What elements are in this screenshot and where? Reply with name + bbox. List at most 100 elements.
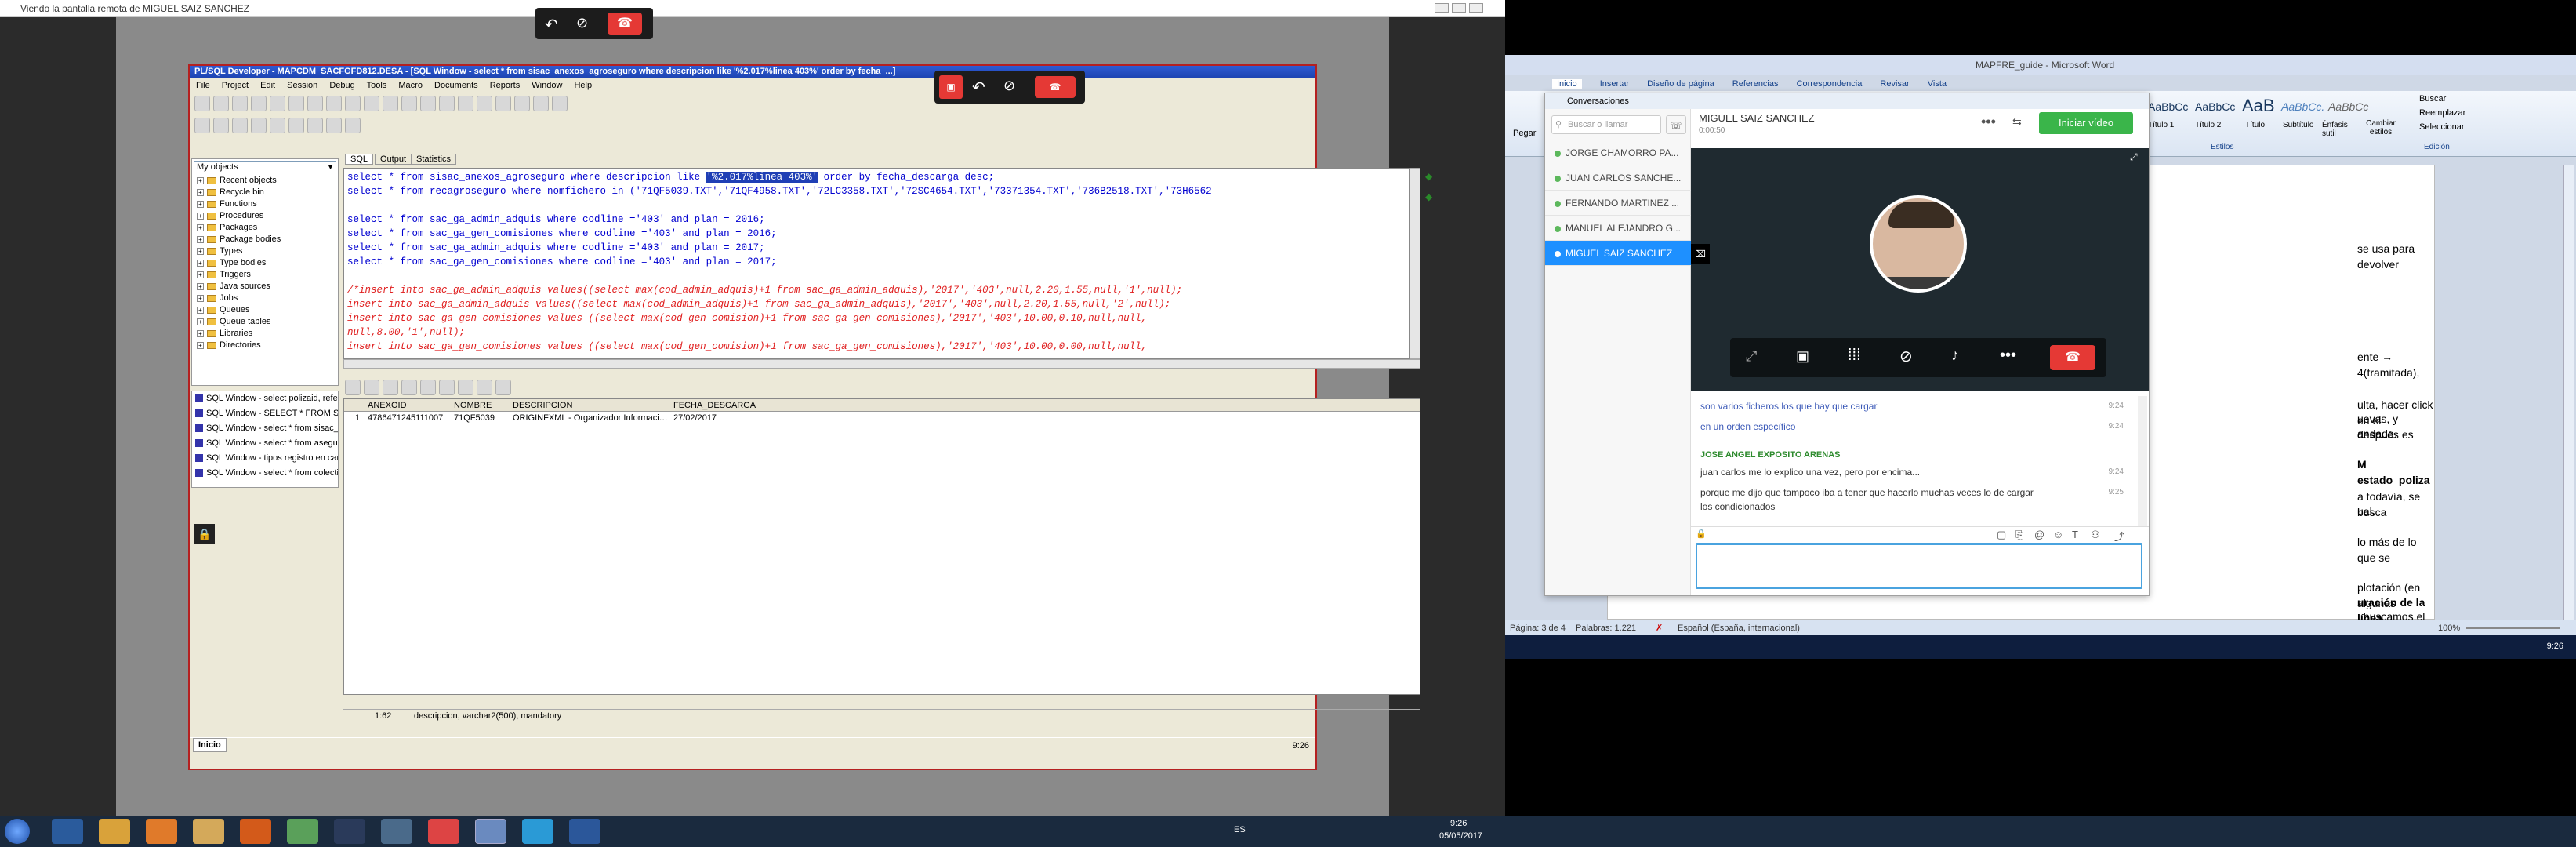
tree-item[interactable]: + Jobs	[192, 293, 338, 304]
menu-tools[interactable]: Tools	[367, 81, 387, 90]
select-button[interactable]: Seleccionar	[2419, 122, 2464, 132]
tree-item[interactable]: + Queues	[192, 304, 338, 316]
dialpad-icon[interactable]: ⁞⁞⁞	[1848, 347, 1861, 365]
video-camera-icon[interactable]: ▣	[1796, 348, 1809, 365]
paste-icon[interactable]	[345, 96, 361, 111]
menu-session[interactable]: Session	[287, 81, 317, 90]
column-header[interactable]: ANEXOID	[368, 399, 407, 412]
export-icon[interactable]	[477, 380, 492, 395]
style-swatch[interactable]: AaB	[2242, 96, 2275, 116]
post-icon[interactable]	[420, 380, 436, 395]
undo-icon[interactable]: ↶	[972, 78, 985, 97]
fetch-icon[interactable]	[458, 380, 473, 395]
more-icon[interactable]: •••	[2000, 347, 2016, 365]
menu-window[interactable]: Window	[532, 81, 562, 90]
column-header[interactable]: FECHA_DESCARGA	[673, 399, 756, 412]
ribbon-tab[interactable]: Correspondencia	[1797, 79, 1863, 89]
menu-macro[interactable]: Macro	[398, 81, 423, 90]
keyboard-language[interactable]: ES	[1234, 825, 1246, 834]
tree-item[interactable]: + Recycle bin	[192, 187, 338, 198]
tree-item[interactable]: + Java sources	[192, 281, 338, 293]
execute-icon[interactable]	[401, 96, 417, 111]
uncomment-icon[interactable]	[514, 96, 530, 111]
tab-sql[interactable]: SQL	[345, 154, 374, 165]
delete-row-icon[interactable]	[401, 380, 417, 395]
window-list-item[interactable]: SQL Window - select * from colectivo r..…	[192, 466, 338, 481]
window-list-item[interactable]: SQL Window - select polizaid, referencia…	[192, 391, 338, 406]
outlook-icon[interactable]	[193, 819, 224, 844]
replace-button[interactable]: Reemplazar	[2419, 108, 2465, 118]
tree-item[interactable]: + Recent objects	[192, 175, 338, 187]
firefox-icon[interactable]	[240, 819, 271, 844]
find-button[interactable]: Buscar	[2419, 94, 2446, 104]
contact-item[interactable]: JUAN CARLOS SANCHE...	[1545, 165, 1691, 191]
contact-item[interactable]: MANUEL ALEJANDRO G...	[1545, 216, 1691, 241]
db3-icon[interactable]	[326, 118, 342, 133]
editor-vscrollbar[interactable]	[1410, 168, 1420, 359]
tree-item[interactable]: + Functions	[192, 198, 338, 210]
ribbon-tab[interactable]: Diseño de página	[1647, 79, 1714, 89]
menu-project[interactable]: Project	[222, 81, 249, 90]
open-icon[interactable]	[213, 96, 229, 111]
status-language[interactable]: Español (España, internacional)	[1678, 620, 1800, 636]
print-icon[interactable]	[251, 96, 267, 111]
tree-item[interactable]: + Triggers	[192, 269, 338, 281]
contact-card-icon[interactable]: ▣	[939, 75, 963, 99]
hangup-icon[interactable]: ☎	[608, 13, 642, 35]
add-participant-icon[interactable]: ⇆	[2012, 115, 2022, 129]
copy-icon[interactable]	[326, 96, 342, 111]
status-page[interactable]: Página: 3 de 4	[1510, 620, 1566, 636]
hangup-icon[interactable]: ☎	[1035, 76, 1076, 98]
nav-up-icon[interactable]: ◆	[1425, 171, 1432, 182]
lync-icon[interactable]	[287, 819, 318, 844]
add-person-icon[interactable]: ⚇	[2091, 529, 2100, 541]
media-player-icon[interactable]	[146, 819, 177, 844]
volume-icon[interactable]: ♪	[1951, 347, 1959, 365]
close-icon[interactable]	[1469, 3, 1483, 13]
mention-icon[interactable]: @	[2034, 529, 2044, 540]
spellcheck-icon[interactable]: ✗	[1656, 620, 1663, 636]
style-swatch[interactable]: AaBbCc	[2328, 100, 2368, 113]
zoom-level[interactable]: 100%	[2438, 620, 2460, 636]
ribbon-tab[interactable]: Insertar	[1600, 79, 1629, 89]
style-swatch[interactable]: AaBbCc.	[2281, 100, 2324, 113]
change-styles-button[interactable]: Cambiar estilos	[2361, 119, 2400, 136]
mute-icon[interactable]: ⊘	[1899, 347, 1913, 366]
unindent-icon[interactable]	[439, 96, 455, 111]
ribbon-tab[interactable]: Revisar	[1880, 79, 1909, 89]
upper-icon[interactable]	[458, 96, 473, 111]
db2-icon[interactable]	[307, 118, 323, 133]
tree-item[interactable]: + Queue tables	[192, 316, 338, 328]
table-row[interactable]: 1 4786471245111007 71QF5039 ORIGINFXML -…	[344, 412, 815, 424]
pointer-off-icon[interactable]: ⊘	[1003, 78, 1015, 94]
popout-icon[interactable]: ⤢	[2130, 151, 2138, 163]
lock-icon[interactable]: 🔒	[194, 524, 215, 544]
fullscreen-icon[interactable]: ⤢	[1746, 348, 1757, 365]
pointer-off-icon[interactable]: ⊘	[576, 15, 588, 31]
nav-down-icon[interactable]: ◆	[1425, 191, 1432, 202]
window-list-icon[interactable]	[552, 96, 568, 111]
plsql-icon[interactable]	[334, 819, 365, 844]
screen-share-icon[interactable]: ▢	[1997, 529, 2006, 541]
status-words[interactable]: Palabras: 1.221	[1576, 620, 1636, 636]
explorer-icon[interactable]	[99, 819, 130, 844]
popout-chat-icon[interactable]: ⤴	[2114, 529, 2124, 543]
tree-item[interactable]: + Type bodies	[192, 257, 338, 269]
format-text-icon[interactable]: T	[2072, 529, 2078, 540]
disconnect-icon[interactable]	[232, 118, 248, 133]
emoji-icon[interactable]: ☺	[2053, 529, 2063, 540]
menu-reports[interactable]: Reports	[490, 81, 521, 90]
ribbon-tab[interactable]: Inicio	[1552, 79, 1582, 89]
remote-desktop-icon[interactable]	[475, 819, 506, 844]
lock-icon[interactable]	[364, 380, 379, 395]
tab-statistics[interactable]: Statistics	[411, 154, 457, 165]
menu-help[interactable]: Help	[574, 81, 592, 90]
dialpad-icon[interactable]: ☏	[1666, 115, 1686, 134]
tab-output[interactable]: Output	[375, 154, 412, 165]
more-options-icon[interactable]: •••	[1981, 114, 1996, 130]
chat-vscrollbar[interactable]	[2138, 396, 2147, 526]
skype-icon[interactable]	[522, 819, 553, 844]
start-orb-icon[interactable]	[5, 819, 30, 844]
cell[interactable]: 4786471245111007	[368, 412, 443, 424]
grid-icon[interactable]	[345, 380, 361, 395]
